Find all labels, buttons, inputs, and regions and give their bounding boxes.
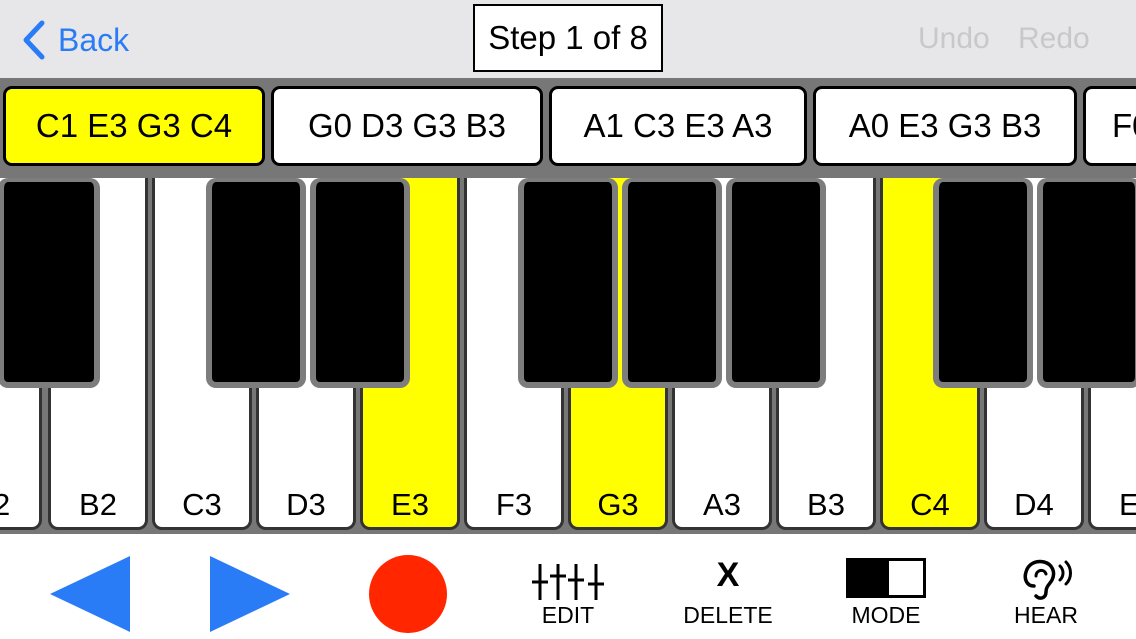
record-button[interactable] bbox=[368, 554, 448, 634]
back-button[interactable]: Back bbox=[20, 18, 129, 62]
delete-button[interactable]: X DELETE bbox=[676, 556, 780, 639]
mode-label: MODE bbox=[851, 602, 921, 628]
black-key[interactable] bbox=[206, 178, 306, 388]
chord-button[interactable]: A1 C3 E3 A3 bbox=[549, 86, 807, 166]
record-circle-icon bbox=[369, 555, 447, 633]
left-triangle-icon bbox=[50, 556, 130, 632]
key-label: E3 bbox=[391, 487, 429, 522]
key-label: C4 bbox=[910, 487, 950, 522]
hear-button[interactable]: HEAR bbox=[1004, 556, 1088, 639]
edit-label: EDIT bbox=[541, 602, 595, 628]
black-key[interactable] bbox=[310, 178, 410, 388]
piano-keyboard: 2 B2 C3 D3 E3 F3 G3 A3 B3 C4 D4 E bbox=[0, 172, 1136, 534]
redo-button[interactable]: Redo bbox=[1018, 22, 1090, 56]
key-label: D3 bbox=[286, 487, 326, 522]
black-key[interactable] bbox=[1037, 178, 1136, 388]
x-icon: X bbox=[716, 556, 740, 594]
key-label: C3 bbox=[182, 487, 222, 522]
key-label: G3 bbox=[597, 487, 639, 522]
bottom-toolbar: EDIT X DELETE MODE HEAR bbox=[0, 548, 1136, 639]
step-indicator: Step 1 of 8 bbox=[473, 4, 663, 72]
sliders-icon bbox=[532, 564, 604, 600]
chord-button[interactable]: F0 bbox=[1083, 86, 1136, 166]
back-label: Back bbox=[58, 21, 130, 58]
delete-label: DELETE bbox=[683, 602, 773, 628]
key-label: A3 bbox=[703, 487, 741, 522]
black-key[interactable] bbox=[622, 178, 722, 388]
chord-button[interactable]: A0 E3 G3 B3 bbox=[813, 86, 1077, 166]
mode-toggle-button[interactable]: MODE bbox=[840, 556, 932, 639]
key-label: E bbox=[1119, 487, 1136, 522]
undo-button[interactable]: Undo bbox=[918, 22, 990, 56]
edit-button[interactable]: EDIT bbox=[520, 558, 616, 639]
toggle-switch-icon bbox=[846, 558, 926, 598]
key-label: 2 bbox=[0, 487, 11, 522]
black-key[interactable] bbox=[726, 178, 826, 388]
ear-icon bbox=[1023, 559, 1072, 600]
black-key[interactable] bbox=[0, 178, 100, 388]
key-label: B2 bbox=[79, 487, 117, 522]
key-label: D4 bbox=[1014, 487, 1054, 522]
next-step-button[interactable] bbox=[208, 554, 292, 634]
black-key[interactable] bbox=[933, 178, 1033, 388]
black-key[interactable] bbox=[518, 178, 618, 388]
hear-label: HEAR bbox=[1014, 602, 1078, 628]
key-label: B3 bbox=[807, 487, 845, 522]
right-triangle-icon bbox=[210, 556, 290, 632]
top-bar: Back Step 1 of 8 Undo Redo bbox=[0, 0, 1136, 78]
chevron-left-icon bbox=[23, 20, 45, 60]
chord-strip[interactable]: C1 E3 G3 C4 G0 D3 G3 B3 A1 C3 E3 A3 A0 E… bbox=[0, 78, 1136, 172]
key-label: F3 bbox=[495, 487, 533, 522]
previous-step-button[interactable] bbox=[48, 554, 132, 634]
chord-button[interactable]: G0 D3 G3 B3 bbox=[271, 86, 543, 166]
chord-button[interactable]: C1 E3 G3 C4 bbox=[3, 86, 265, 166]
